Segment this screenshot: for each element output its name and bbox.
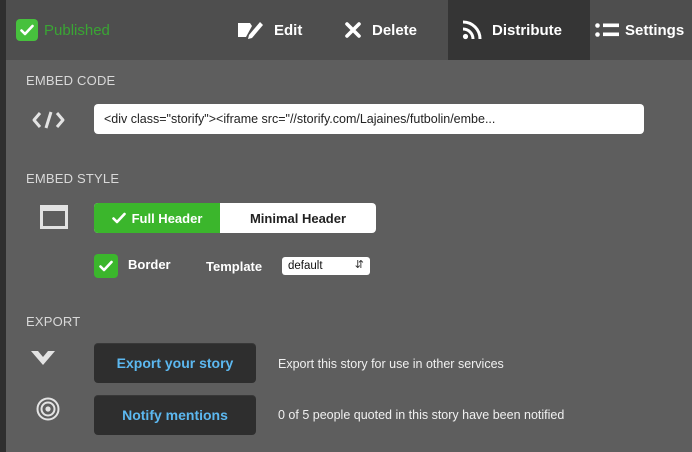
template-select[interactable]: default ⇵ [282,257,370,275]
template-label: Template [206,259,263,274]
window-icon [40,205,68,229]
toolbar: Published Edit Delete Distribute Setting… [6,0,692,60]
published-label: Published [44,21,110,39]
export-story-button[interactable]: Export your story [94,343,256,383]
select-arrows-icon: ⇵ [354,259,364,271]
edit-icon [238,22,263,39]
export-heading: EXPORT [26,314,81,329]
code-icon [32,111,65,129]
distribute-panel: Published Edit Delete Distribute Setting… [6,0,692,452]
settings-button[interactable]: Settings [595,0,684,60]
checkmark-icon [111,212,126,224]
rss-icon [462,20,482,40]
target-icon [36,397,60,421]
full-header-option[interactable]: Full Header [94,203,220,233]
edit-button[interactable]: Edit [236,0,302,60]
list-icon [595,23,619,37]
full-header-label: Full Header [131,210,203,226]
settings-label: Settings [625,21,685,39]
delete-button[interactable]: Delete [344,0,417,60]
embed-style-heading: EMBED STYLE [26,171,120,186]
export-description: Export this story for use in other servi… [278,357,504,371]
checkmark-icon [99,260,113,272]
embed-code-field[interactable]: <div class="storify"><iframe src="//stor… [94,104,644,134]
template-value: default [288,260,323,272]
edit-label: Edit [274,21,303,39]
export-arrows-icon [31,351,55,365]
distribute-label: Distribute [492,21,563,39]
border-label: Border [128,257,171,272]
distribute-tab[interactable]: Distribute [448,0,590,60]
minimal-header-option[interactable]: Minimal Header [220,203,376,233]
border-checkbox[interactable] [94,254,118,278]
minimal-header-label: Minimal Header [249,210,347,226]
delete-label: Delete [372,21,418,39]
published-toggle[interactable]: Published [16,0,110,60]
close-icon [345,22,361,38]
header-style-toggle: Full Header Minimal Header [94,203,376,233]
checkmark-icon [16,19,38,41]
notify-mentions-button[interactable]: Notify mentions [94,395,256,435]
embed-code-heading: EMBED CODE [26,73,116,88]
notify-description: 0 of 5 people quoted in this story have … [278,408,565,422]
